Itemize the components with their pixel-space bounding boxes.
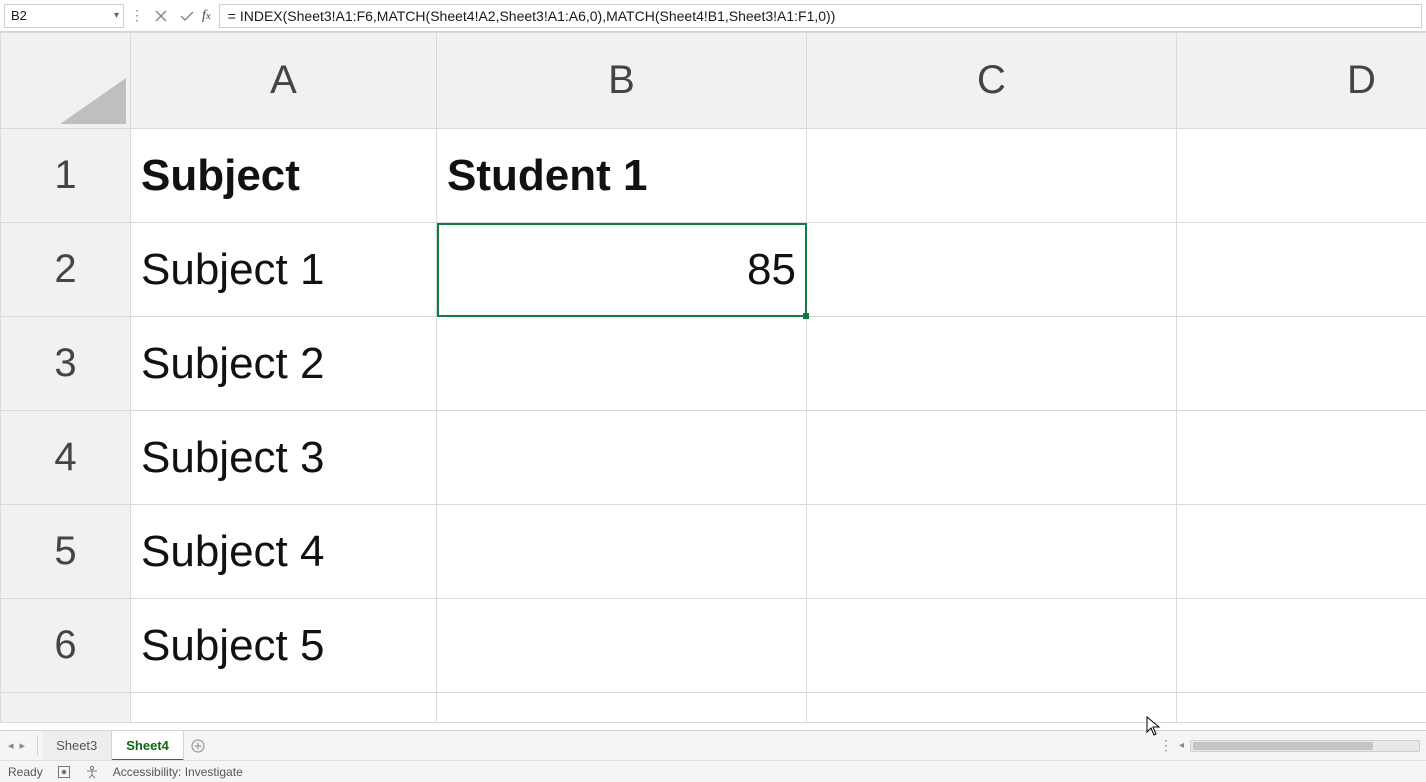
cell-B3[interactable] (437, 317, 807, 411)
name-box[interactable]: B2 ▾ (4, 4, 124, 28)
column-header-B[interactable]: B (437, 33, 807, 129)
formula-bar: B2 ▾ ⋮ fx = INDEX(Sheet3!A1:F6,MATCH(She… (0, 0, 1426, 32)
cell-A6[interactable]: Subject 5 (131, 599, 437, 693)
row-header-4[interactable]: 4 (1, 411, 131, 505)
cell-C4[interactable] (807, 411, 1177, 505)
cell-D5[interactable] (1177, 505, 1426, 599)
sheet-tab-label: Sheet4 (126, 738, 169, 753)
chevron-down-icon[interactable]: ▾ (114, 10, 119, 21)
row-header-3[interactable]: 3 (1, 317, 131, 411)
cell-C2[interactable] (807, 223, 1177, 317)
cell-C6[interactable] (807, 599, 1177, 693)
cell-D7[interactable] (1177, 693, 1426, 723)
cell-C5[interactable] (807, 505, 1177, 599)
fx-icon[interactable]: fx (202, 8, 215, 24)
column-header-C[interactable]: C (807, 33, 1177, 129)
cell-C1[interactable] (807, 129, 1177, 223)
accessibility-icon[interactable] (85, 765, 99, 779)
cell-B1[interactable]: Student 1 (437, 129, 807, 223)
status-accessibility[interactable]: Accessibility: Investigate (113, 765, 243, 779)
cell-B6[interactable] (437, 599, 807, 693)
tab-nav-prev-icon[interactable]: ▸ (20, 739, 26, 752)
cell-D6[interactable] (1177, 599, 1426, 693)
cell-C3[interactable] (807, 317, 1177, 411)
row-header-2[interactable]: 2 (1, 223, 131, 317)
horizontal-scrollbar[interactable] (1190, 740, 1420, 752)
cell-D1[interactable] (1177, 129, 1426, 223)
cell-A4[interactable]: Subject 3 (131, 411, 437, 505)
sheet-tab-bar: ◂ ▸ Sheet3 Sheet4 ⋮ ◂ (0, 730, 1426, 760)
sheet-tab-sheet3[interactable]: Sheet3 (42, 731, 112, 760)
select-all-triangle-icon (60, 78, 126, 124)
column-header-A[interactable]: A (131, 33, 437, 129)
row-header-7[interactable] (1, 693, 131, 723)
macro-record-icon[interactable] (57, 765, 71, 779)
cell-A1[interactable]: Subject (131, 129, 437, 223)
tab-nav-first-icon[interactable]: ◂ (8, 739, 14, 752)
cancel-formula-button[interactable] (150, 5, 172, 27)
spreadsheet-grid[interactable]: A B C D 1 Subject Student 1 2 Subject 1 … (0, 32, 1426, 730)
cell-B4[interactable] (437, 411, 807, 505)
add-sheet-button[interactable] (184, 731, 212, 760)
cell-B7[interactable] (437, 693, 807, 723)
tab-bar-menu-icon[interactable]: ⋮ (1159, 737, 1173, 754)
select-all-corner[interactable] (1, 33, 131, 129)
cell-A2[interactable]: Subject 1 (131, 223, 437, 317)
cell-A5[interactable]: Subject 4 (131, 505, 437, 599)
name-box-value: B2 (11, 8, 27, 23)
cell-C7[interactable] (807, 693, 1177, 723)
cell-D4[interactable] (1177, 411, 1426, 505)
cell-A3[interactable]: Subject 2 (131, 317, 437, 411)
row-header-1[interactable]: 1 (1, 129, 131, 223)
hscroll-left-icon[interactable]: ◂ (1179, 740, 1184, 751)
row-header-5[interactable]: 5 (1, 505, 131, 599)
formula-input[interactable]: = INDEX(Sheet3!A1:F6,MATCH(Sheet4!A2,She… (219, 4, 1422, 28)
row-header-6[interactable]: 6 (1, 599, 131, 693)
cell-B2[interactable]: 85 (437, 223, 807, 317)
tab-nav: ◂ ▸ (0, 731, 33, 760)
cell-D2[interactable] (1177, 223, 1426, 317)
status-bar: Ready Accessibility: Investigate (0, 760, 1426, 782)
sheet-tab-sheet4[interactable]: Sheet4 (112, 731, 184, 761)
cell-B5[interactable] (437, 505, 807, 599)
cell-A7[interactable] (131, 693, 437, 723)
separator: ⋮ (128, 7, 146, 24)
column-header-D[interactable]: D (1177, 33, 1426, 129)
enter-formula-button[interactable] (176, 5, 198, 27)
horizontal-scrollbar-thumb[interactable] (1193, 742, 1373, 750)
formula-text: = INDEX(Sheet3!A1:F6,MATCH(Sheet4!A2,She… (228, 8, 836, 24)
separator (37, 735, 38, 756)
sheet-tab-label: Sheet3 (56, 738, 97, 753)
cell-D3[interactable] (1177, 317, 1426, 411)
status-ready: Ready (8, 765, 43, 779)
